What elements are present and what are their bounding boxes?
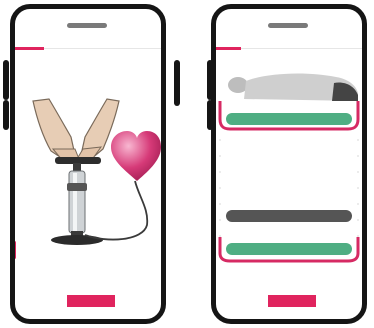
middle-band bbox=[226, 210, 352, 222]
phone-screen-inflate bbox=[10, 4, 166, 324]
hands-icon bbox=[32, 98, 120, 162]
heart-balloon-icon bbox=[111, 131, 161, 181]
continue-button[interactable] bbox=[268, 295, 316, 307]
phone-side-button bbox=[174, 60, 180, 106]
continue-button[interactable] bbox=[67, 295, 115, 307]
lying-patient-icon bbox=[228, 73, 358, 101]
phone-side-button bbox=[3, 60, 9, 100]
pump-illustration bbox=[32, 98, 161, 245]
phone-screen-bands bbox=[211, 4, 367, 324]
bottom-band bbox=[226, 243, 352, 255]
phone-side-button bbox=[3, 100, 9, 130]
band-illustration bbox=[218, 73, 360, 263]
top-band bbox=[226, 113, 352, 125]
